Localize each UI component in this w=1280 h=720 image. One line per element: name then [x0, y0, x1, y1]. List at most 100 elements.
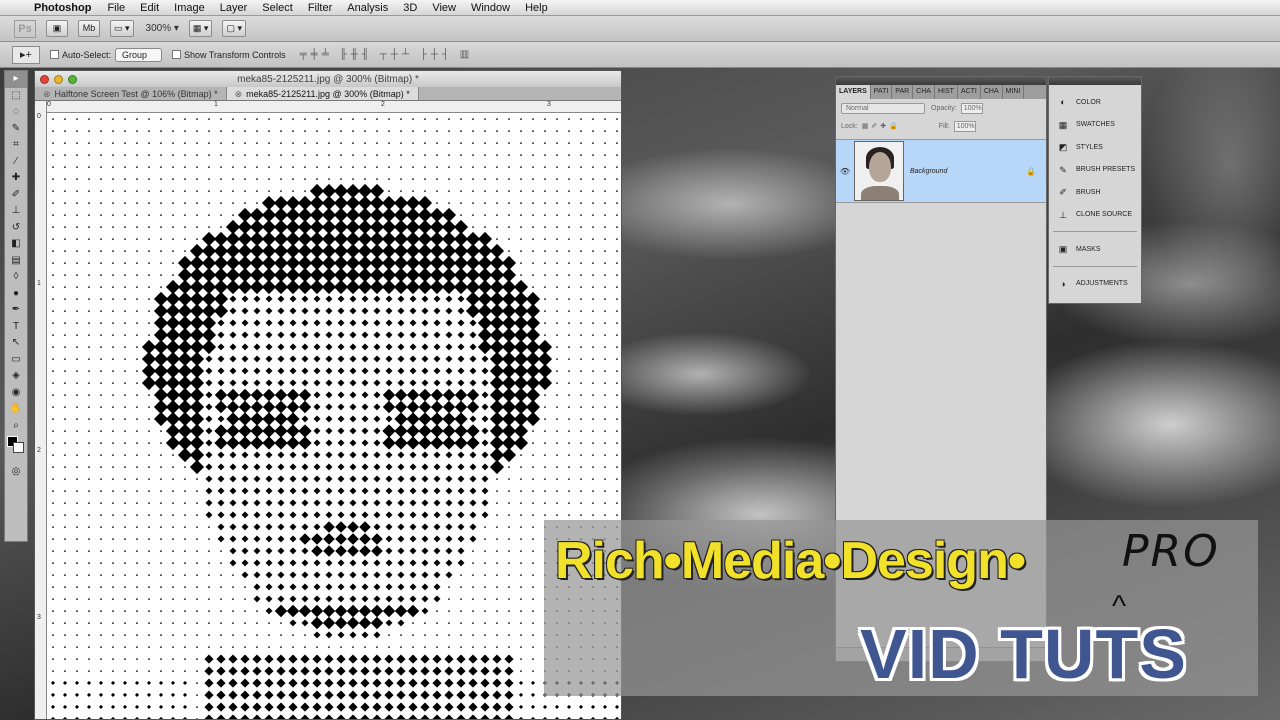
- healing-tool-icon[interactable]: ✚: [5, 170, 27, 187]
- close-tab-icon[interactable]: ⊗: [235, 89, 243, 99]
- tab-paths[interactable]: PATI: [871, 85, 893, 99]
- shape-tool-icon[interactable]: ▭: [5, 352, 27, 369]
- visibility-eye-icon[interactable]: 👁: [836, 167, 854, 176]
- fill-field[interactable]: 100%: [953, 120, 976, 132]
- document-tabs: ⊗ Halftone Screen Test @ 106% (Bitmap) * …: [35, 87, 621, 101]
- horizontal-ruler: 0 1 2 3: [47, 101, 621, 113]
- clone-source-icon: ⊥: [1059, 209, 1067, 220]
- 3d-rotate-tool-icon[interactable]: ◈: [5, 368, 27, 385]
- quick-select-tool-icon[interactable]: ✎: [5, 121, 27, 138]
- tab-layers[interactable]: LAYERS: [836, 85, 871, 99]
- marquee-tool-icon[interactable]: ⬚: [5, 88, 27, 105]
- dock-item-brush[interactable]: ✐ BRUSH: [1049, 181, 1141, 204]
- menu-help[interactable]: Help: [525, 2, 548, 14]
- brush-presets-icon: ✎: [1059, 164, 1067, 175]
- arrange-documents-button[interactable]: ▦ ▾: [188, 20, 213, 37]
- menu-image[interactable]: Image: [174, 2, 205, 14]
- lock-icon: 🔒: [1026, 166, 1036, 176]
- menu-window[interactable]: Window: [471, 2, 510, 14]
- adjustments-icon: ◑: [1060, 278, 1066, 289]
- brand-pro-label: PRO: [1122, 526, 1220, 577]
- dock-header-bar[interactable]: [1049, 77, 1141, 85]
- menu-edit[interactable]: Edit: [140, 2, 159, 14]
- auto-select-dropdown[interactable]: Group: [115, 47, 163, 62]
- document-titlebar[interactable]: meka85-2125211.jpg @ 300% (Bitmap) *: [35, 71, 621, 87]
- mini-bridge-button[interactable]: Mb: [78, 20, 100, 37]
- quick-mask-icon[interactable]: ◎: [5, 464, 27, 481]
- gradient-tool-icon[interactable]: ▤: [5, 253, 27, 270]
- dock-item-clone-source[interactable]: ⊥ CLONE SOURCE: [1049, 204, 1141, 227]
- tab-meka85[interactable]: ⊗ meka85-2125211.jpg @ 300% (Bitmap) *: [226, 87, 419, 100]
- dock-item-adjustments[interactable]: ◑ ADJUSTMENTS: [1049, 273, 1141, 296]
- clone-stamp-tool-icon[interactable]: ⊥: [5, 203, 27, 220]
- color-swatches[interactable]: [5, 434, 27, 464]
- tool-preset-picker[interactable]: ▸+: [12, 45, 40, 64]
- eyedropper-tool-icon[interactable]: ⁄: [5, 154, 27, 171]
- zoom-level-select[interactable]: 300% ▾: [146, 23, 179, 34]
- menu-view[interactable]: View: [432, 2, 456, 14]
- panel-header-bar[interactable]: [836, 77, 1046, 85]
- transform-controls-checkbox[interactable]: [172, 50, 182, 59]
- launch-bridge-button[interactable]: ▣: [46, 20, 68, 37]
- align-icons[interactable]: ╤╪╧ ╟╫╢ ┬┼┴ ├┼┤ ▥: [300, 49, 474, 60]
- menu-layer[interactable]: Layer: [220, 2, 248, 14]
- menu-file[interactable]: File: [107, 2, 125, 14]
- view-extras-button[interactable]: ▭ ▾: [110, 20, 134, 37]
- menu-analysis[interactable]: Analysis: [347, 2, 388, 14]
- tab-paragraph[interactable]: PAR: [892, 85, 914, 99]
- ruler-label: 3: [37, 614, 41, 621]
- auto-select-checkbox[interactable]: [50, 50, 59, 59]
- eraser-tool-icon[interactable]: ◧: [5, 236, 27, 253]
- masks-icon: ▣: [1058, 244, 1068, 255]
- tab-character[interactable]: CHA: [981, 85, 1003, 99]
- tab-channels[interactable]: CHA: [913, 85, 935, 99]
- blend-mode-select[interactable]: Normal: [841, 102, 925, 114]
- dodge-tool-icon[interactable]: ●: [5, 286, 27, 303]
- menu-select[interactable]: Select: [262, 2, 293, 14]
- fill-label: Fill:: [938, 122, 950, 130]
- dock-item-masks[interactable]: ▣ MASKS: [1049, 238, 1141, 261]
- tab-halftone-screen-test[interactable]: ⊗ Halftone Screen Test @ 106% (Bitmap) *: [35, 87, 227, 100]
- layer-row-background[interactable]: 👁 Background 🔒: [836, 139, 1046, 203]
- menu-3d[interactable]: 3D: [403, 2, 417, 14]
- opacity-field[interactable]: 100%: [960, 102, 983, 114]
- options-bar: ▸+ Auto-Select: Group Show Transform Con…: [0, 42, 1280, 68]
- layer-thumbnail: [854, 141, 904, 201]
- zoom-tool-icon[interactable]: ⌕: [5, 418, 27, 435]
- screen-mode-button[interactable]: ▢ ▾: [222, 20, 246, 37]
- dock-item-styles[interactable]: ◩ STYLES: [1049, 136, 1141, 159]
- halftone-portrait-image: [50, 118, 620, 719]
- tab-actions[interactable]: ACTI: [958, 85, 981, 99]
- dock-item-swatches[interactable]: ▦ SWATCHES: [1049, 114, 1141, 137]
- 3d-camera-tool-icon[interactable]: ◉: [5, 385, 27, 402]
- document-window: meka85-2125211.jpg @ 300% (Bitmap) * ⊗ Ha…: [34, 70, 622, 720]
- dock-item-color[interactable]: ◐ COLOR: [1049, 91, 1141, 114]
- brush-tool-icon[interactable]: ✐: [5, 187, 27, 204]
- ruler-label: 1: [37, 280, 41, 287]
- tab-mini-bridge[interactable]: MINI: [1003, 85, 1025, 99]
- pen-tool-icon[interactable]: ✒: [5, 302, 27, 319]
- path-select-tool-icon[interactable]: ↖: [5, 335, 27, 352]
- transform-controls-label: Show Transform Controls: [184, 49, 286, 60]
- dock-item-brush-presets[interactable]: ✎ BRUSH PRESETS: [1049, 159, 1141, 182]
- swatches-icon: ▦: [1058, 119, 1068, 130]
- ruler-label: 0: [37, 113, 41, 120]
- document-canvas[interactable]: [47, 113, 621, 719]
- background-color[interactable]: [13, 442, 24, 453]
- lock-icons[interactable]: ▦✐✚🔒: [862, 122, 901, 130]
- tab-history[interactable]: HIST: [935, 85, 958, 99]
- move-tool-icon[interactable]: ▸: [5, 71, 27, 88]
- app-name-menu[interactable]: Photoshop: [34, 2, 91, 14]
- lock-label: Lock:: [841, 122, 858, 130]
- close-tab-icon[interactable]: ⊗: [43, 89, 51, 99]
- history-brush-tool-icon[interactable]: ↺: [5, 220, 27, 237]
- type-tool-icon[interactable]: T: [5, 319, 27, 336]
- blur-tool-icon[interactable]: ◊: [5, 269, 27, 286]
- menu-bar: Photoshop File Edit Image Layer Select F…: [0, 0, 1280, 16]
- layer-name[interactable]: Background: [910, 168, 1026, 175]
- hand-tool-icon[interactable]: ✋: [5, 401, 27, 418]
- menu-filter[interactable]: Filter: [308, 2, 332, 14]
- crop-tool-icon[interactable]: ⌗: [5, 137, 27, 154]
- lasso-tool-icon[interactable]: ◌: [5, 104, 27, 121]
- panel-dock: ◐ COLOR ▦ SWATCHES ◩ STYLES ✎ BRUSH PRESETS …: [1048, 76, 1142, 304]
